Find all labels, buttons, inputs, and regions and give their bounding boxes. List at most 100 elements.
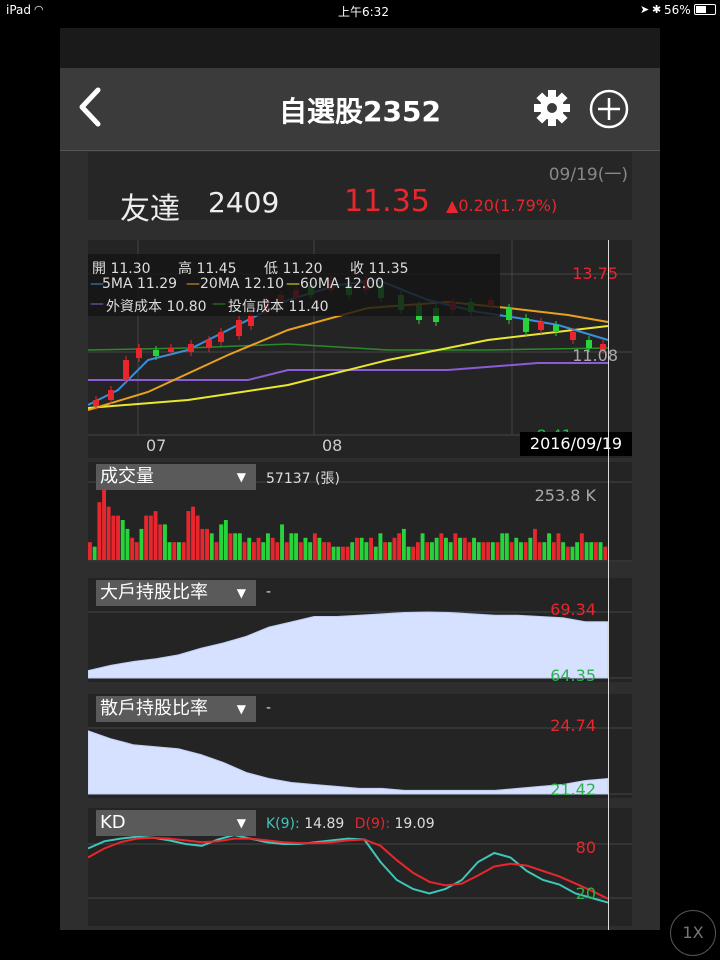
volume-bar	[181, 542, 186, 560]
candle-body	[153, 350, 159, 356]
chevron-down-icon: ▼	[236, 702, 246, 716]
volume-bar	[294, 533, 298, 560]
volume-bar	[500, 533, 505, 560]
volume-bar	[102, 484, 106, 560]
settings-button[interactable]	[532, 88, 572, 128]
volume-bar	[514, 537, 519, 560]
kd-selector[interactable]: KD ▼	[96, 810, 256, 836]
candle-body	[570, 332, 576, 340]
volume-bar	[270, 537, 275, 560]
add-stock-button[interactable]	[588, 88, 630, 130]
ma20-label: 20MA 12.10	[200, 276, 284, 292]
volume-bar	[579, 533, 584, 560]
close-label: 收 11.35	[350, 261, 409, 277]
volume-bar	[434, 537, 439, 560]
volume-bar	[111, 515, 116, 560]
candlestick-chart[interactable]: 開 11.30 高 11.45 低 11.20 收 11.35 — 5MA 11…	[88, 240, 632, 458]
volume-bar	[153, 511, 158, 560]
volume-bar	[200, 528, 205, 560]
volume-bar	[570, 546, 575, 560]
candle-body	[538, 322, 544, 330]
retail-holder-selector[interactable]: 散戶持股比率 ▼	[96, 696, 256, 722]
candle-body	[93, 400, 99, 406]
retail-holder-axis-max: 24.74	[550, 716, 596, 735]
candle-body	[553, 325, 559, 332]
price-axis-mid: 11.08	[572, 346, 618, 365]
volume-bar	[392, 537, 397, 560]
volume-bar	[172, 542, 177, 560]
volume-bar	[458, 537, 462, 560]
volume-bar	[228, 533, 233, 560]
volume-bar	[589, 542, 594, 560]
volume-bar	[214, 542, 219, 560]
volume-bar	[425, 542, 430, 560]
volume-bar	[116, 515, 120, 560]
open-label: 開 11.30	[92, 261, 151, 277]
volume-bar	[130, 537, 135, 560]
volume-axis-max: 253.8 K	[534, 486, 596, 505]
volume-bar	[148, 515, 153, 560]
high-label: 高 11.45	[178, 261, 237, 277]
volume-bar	[336, 546, 341, 560]
volume-bar	[444, 537, 448, 560]
zoom-button[interactable]: 1X	[670, 910, 716, 956]
volume-bar	[575, 542, 580, 560]
volume-bar	[163, 524, 167, 560]
chevron-down-icon: ▼	[236, 586, 246, 600]
volume-bar	[158, 524, 163, 560]
volume-bar	[247, 537, 252, 560]
volume-bar	[565, 546, 570, 560]
price-axis-high: 13.75	[572, 264, 618, 283]
plus-circle-icon	[589, 89, 629, 129]
candle-body	[108, 390, 114, 400]
big-holder-selector[interactable]: 大戶持股比率 ▼	[96, 580, 256, 606]
volume-bar	[125, 528, 130, 560]
volume-bar	[326, 542, 331, 560]
volume-bar	[481, 542, 486, 560]
location-icon: ➤	[640, 3, 650, 16]
volume-value: 57137 (張)	[266, 471, 340, 487]
zoom-label: 1X	[682, 923, 704, 942]
low-label: 低 11.20	[264, 261, 323, 277]
volume-bar	[167, 542, 172, 560]
volume-bar	[134, 542, 139, 560]
volume-bar	[411, 546, 416, 560]
volume-bar	[298, 542, 303, 560]
volume-bar	[242, 542, 247, 560]
volume-bar	[223, 520, 228, 560]
volume-bar	[486, 542, 491, 560]
wifi-icon: ◠	[34, 3, 44, 16]
volume-bar	[284, 542, 289, 560]
stock-change-value: 0.20(1.79%)	[458, 196, 558, 215]
volume-bar	[584, 542, 589, 560]
bluetooth-icon: ✱	[652, 3, 662, 16]
k-label: K(9):	[266, 816, 300, 832]
device-label: iPad	[6, 3, 32, 17]
volume-bar	[261, 542, 266, 560]
volume-bar	[308, 542, 313, 560]
volume-bar	[369, 537, 373, 560]
battery-icon	[694, 4, 716, 15]
crosshair-line	[608, 240, 609, 930]
volume-bar	[373, 546, 378, 560]
volume-bar	[341, 546, 345, 560]
volume-bar	[252, 542, 256, 560]
volume-bar	[490, 542, 495, 560]
candle-body	[206, 340, 212, 348]
volume-selector[interactable]: 成交量 ▼	[96, 464, 256, 490]
volume-bar	[523, 542, 528, 560]
volume-bar	[88, 542, 92, 560]
quote-date: 09/19(一)	[548, 165, 628, 185]
cursor-date-label: 2016/09/19	[520, 432, 632, 456]
status-bar: iPad ◠ 上午6:32 ➤ ✱ 56%	[0, 0, 720, 20]
volume-bar	[139, 528, 144, 560]
volume-bar	[439, 533, 444, 560]
volume-bar	[593, 542, 598, 560]
candle-body	[506, 308, 512, 320]
volume-bar	[406, 546, 411, 560]
volume-bar	[542, 542, 547, 560]
volume-bar	[195, 515, 200, 560]
volume-bar	[556, 533, 561, 560]
d-label: D(9):	[354, 816, 391, 832]
volume-bar	[448, 542, 453, 560]
